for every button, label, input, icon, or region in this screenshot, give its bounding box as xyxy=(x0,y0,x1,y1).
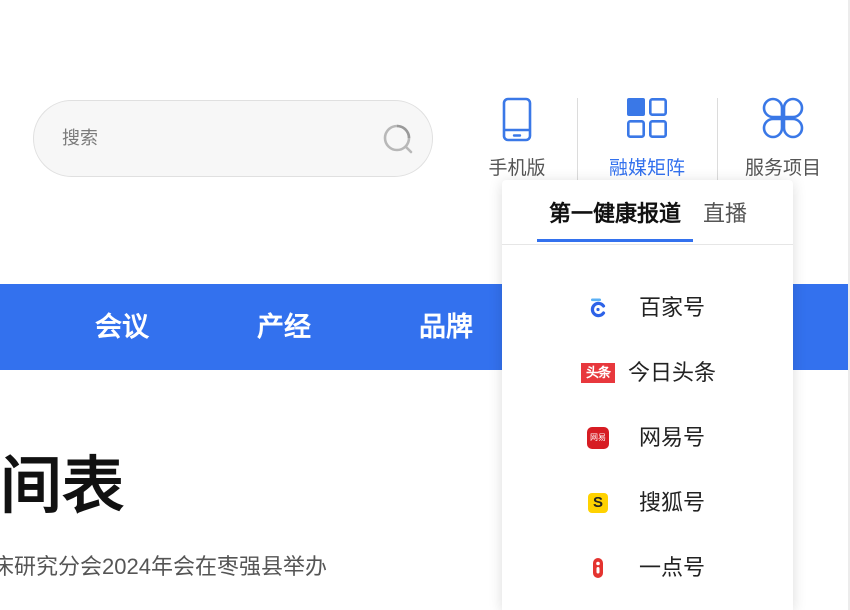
phone-icon xyxy=(452,97,582,143)
active-tab-indicator xyxy=(537,239,693,242)
search-input[interactable] xyxy=(62,101,372,176)
quick-link-label: 融媒矩阵 xyxy=(608,158,685,179)
platform-item-baijiahao[interactable]: 百家号 xyxy=(502,275,793,340)
platform-label: 搜狐号 xyxy=(638,490,705,515)
article-subtitle[interactable]: 床研究分会2024年会在枣强县举办 xyxy=(0,553,327,581)
platform-label: 百家号 xyxy=(638,295,705,320)
platform-label: 一点号 xyxy=(638,555,705,580)
nav-item-meetings[interactable]: 会议 xyxy=(62,284,182,370)
platform-item-yidian[interactable]: 一点号 xyxy=(502,535,793,600)
platform-item-toutiao[interactable]: 头条 今日头条 xyxy=(502,340,793,405)
search-box[interactable] xyxy=(33,100,433,177)
clover-icon xyxy=(718,97,848,143)
search-icon[interactable] xyxy=(382,123,414,155)
divider xyxy=(577,98,578,180)
nav-item-industry[interactable]: 产经 xyxy=(224,284,344,370)
quick-link-label: 服务项目 xyxy=(744,158,821,179)
platform-item-netease[interactable]: 网易 网易号 xyxy=(502,405,793,470)
platform-list: 百家号 头条 今日头条 网易 网易号 S 搜狐号 一点号 xyxy=(502,275,793,600)
divider xyxy=(502,244,793,245)
platform-item-sohu[interactable]: S 搜狐号 xyxy=(502,470,793,535)
tab-live[interactable]: 直播 xyxy=(695,196,755,232)
quick-link-mobile[interactable]: 手机版 xyxy=(452,95,582,187)
tab-first-health-report[interactable]: 第一健康报道 xyxy=(537,196,693,232)
platform-label: 网易号 xyxy=(638,425,705,450)
media-matrix-dropdown: 第一健康报道 直播 百家号 头条 今日头条 网易 网易号 S 搜狐号 一点号 xyxy=(502,180,793,610)
quick-link-services[interactable]: 服务项目 xyxy=(718,95,848,187)
platform-label: 今日头条 xyxy=(627,360,716,385)
quick-link-media-matrix[interactable]: 融媒矩阵 xyxy=(582,95,712,187)
article-title[interactable]: 间表 xyxy=(0,449,124,525)
nav-item-brand[interactable]: 品牌 xyxy=(386,284,506,370)
quick-link-label: 手机版 xyxy=(488,158,546,179)
grid-icon xyxy=(582,97,712,143)
